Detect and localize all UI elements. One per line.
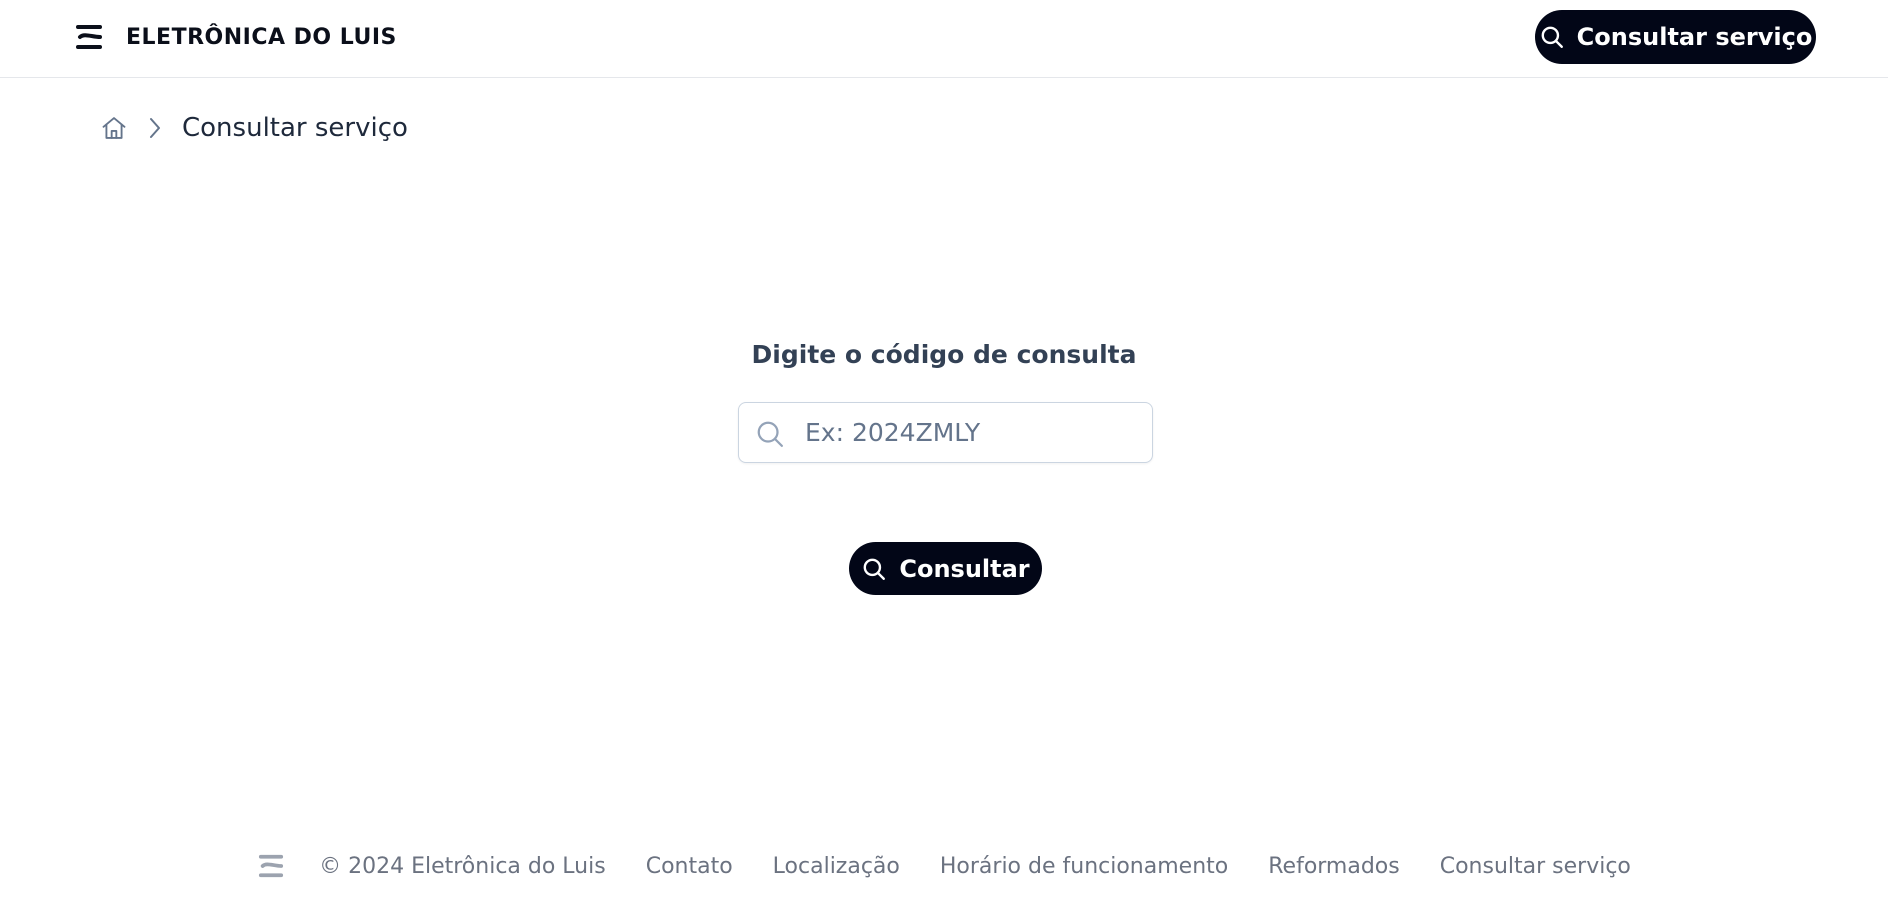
consult-button[interactable]: Consultar [849, 542, 1042, 595]
consult-service-button[interactable]: Consultar serviço [1535, 10, 1816, 64]
form-title: Digite o código de consulta [751, 340, 1137, 369]
site-footer: © 2024 Eletrônica do Luis Contato Locali… [0, 848, 1888, 884]
chevron-right-icon [150, 118, 160, 138]
footer-logo-icon [259, 854, 284, 878]
footer-link-horario[interactable]: Horário de funcionamento [940, 854, 1228, 879]
breadcrumb: Consultar serviço [100, 110, 408, 146]
site-header: ELETRÔNICA DO LUIS Consultar serviço [0, 0, 1888, 78]
brand-logo-icon [76, 25, 102, 49]
footer-link-localizacao[interactable]: Localização [773, 854, 900, 879]
search-icon [1541, 26, 1563, 48]
footer-link-consultar-servico[interactable]: Consultar serviço [1440, 854, 1631, 879]
footer-link-contato[interactable]: Contato [646, 854, 733, 879]
code-search-input[interactable] [805, 403, 1145, 462]
breadcrumb-current-page: Consultar serviço [182, 113, 408, 143]
footer-copyright: © 2024 Eletrônica do Luis [319, 853, 606, 879]
footer-link-reformados[interactable]: Reformados [1268, 854, 1400, 879]
brand-name: ELETRÔNICA DO LUIS [126, 24, 397, 50]
consult-button-label: Consultar [899, 554, 1030, 583]
search-icon [757, 421, 783, 447]
search-icon [863, 558, 886, 580]
brand-home-link[interactable]: ELETRÔNICA DO LUIS [74, 20, 397, 54]
home-icon[interactable] [100, 114, 128, 142]
code-search-field[interactable] [738, 402, 1153, 463]
consult-service-button-label: Consultar serviço [1576, 23, 1813, 51]
